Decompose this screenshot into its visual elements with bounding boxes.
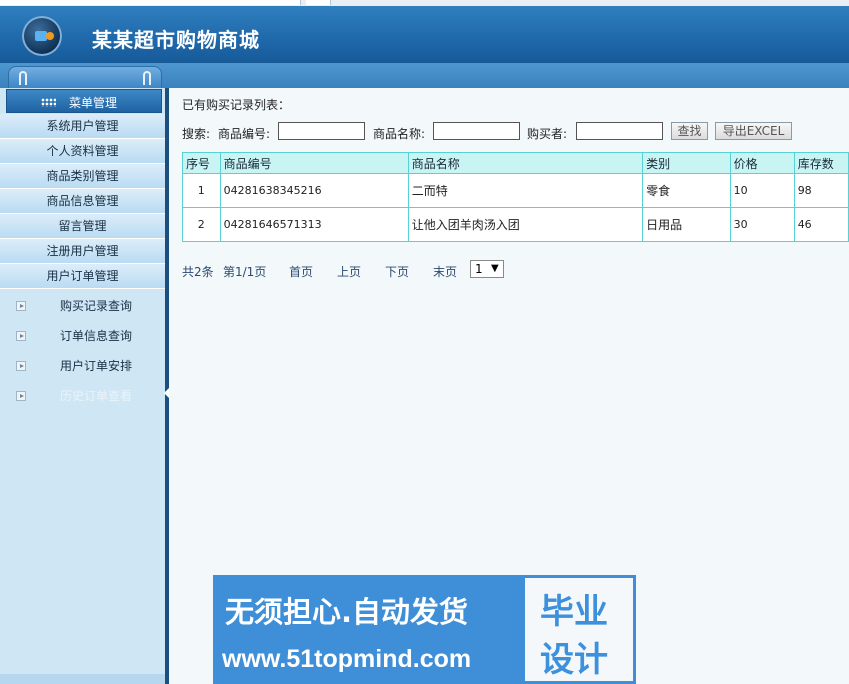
ad-badge-line2: 设计 [540,640,608,680]
sidebar-item-registered-users[interactable]: 注册用户管理 [0,239,165,264]
pager-prev-link[interactable]: 上页 [337,263,361,280]
site-header: 某某超市购物商城 [0,6,849,63]
cell-category: 日用品 [642,207,731,242]
ad-url: www.51topmind.com [222,645,472,673]
cell-index: 2 [182,207,221,242]
pager-first-link[interactable]: 首页 [289,263,313,280]
arrow-right-icon [16,331,26,341]
dropdown-arrow-icon: ▼ [491,263,499,274]
list-title: 已有购买记录列表： [182,98,291,112]
submenu-item-order-arrange[interactable]: 用户订单安排 [0,351,165,381]
sidebar-item-product-info[interactable]: 商品信息管理 [0,189,165,214]
cell-category: 零食 [642,173,731,208]
cell-index: 1 [182,173,221,208]
cell-price: 30 [729,207,795,242]
submenu-item-purchase-records[interactable]: 购买记录查询 [0,291,165,321]
col-header-stock: 库存数 [793,152,849,174]
sidebar-menu: 系统用户管理 个人资料管理 商品类别管理 商品信息管理 留言管理 注册用户管理 … [0,114,165,289]
sidebar: 菜单管理 系统用户管理 个人资料管理 商品类别管理 商品信息管理 留言管理 注册… [0,66,165,684]
product-name-label: 商品名称: [373,127,426,141]
cell-name: 让他入团羊肉汤入团 [407,207,644,242]
pager-next-link[interactable]: 下页 [385,263,409,280]
product-name-input[interactable] [433,122,520,140]
col-header-category: 类别 [642,152,731,174]
sidebar-submenu: 购买记录查询 订单信息查询 用户订单安排 历史订单查看 [0,291,165,411]
cell-price: 10 [729,173,795,208]
binder-ring-icon [19,71,27,85]
arrow-right-icon [16,361,26,371]
table-row: 2 04281646571313 让他入团羊肉汤入团 日用品 30 46 [182,207,849,242]
ad-badge-line1: 毕业 [540,592,608,632]
ad-badge: 毕业 设计 [525,578,633,681]
site-logo [22,16,62,56]
sidebar-cap [8,66,162,88]
sidebar-footer [0,674,165,684]
pager-page-info: 第1/1页 [223,265,267,279]
sidebar-item-category[interactable]: 商品类别管理 [0,164,165,189]
site-title: 某某超市购物商城 [92,28,260,52]
submenu-item-history-orders[interactable]: 历史订单查看 [0,381,165,411]
export-excel-button[interactable]: 导出EXCEL [715,122,792,140]
pager-total: 共2条 [182,265,214,279]
arrow-right-icon [16,301,26,311]
sidebar-item-messages[interactable]: 留言管理 [0,214,165,239]
cell-stock: 98 [793,173,849,208]
arrow-right-icon [16,391,26,401]
grid-menu-icon [41,98,56,107]
sidebar-item-user-orders[interactable]: 用户订单管理 [0,264,165,289]
sidebar-item-system-users[interactable]: 系统用户管理 [0,114,165,139]
col-header-price: 价格 [729,152,795,174]
sidebar-item-profile[interactable]: 个人资料管理 [0,139,165,164]
cell-code: 04281646571313 [219,207,409,242]
product-code-input[interactable] [278,122,365,140]
cell-stock: 46 [793,207,849,242]
browser-tab-small[interactable] [306,0,331,5]
page-select[interactable]: 1 ▼ [470,260,504,278]
pager-last-link[interactable]: 末页 [433,263,457,280]
col-header-code: 商品编号 [219,152,409,174]
purchase-records-table: 序号 商品编号 商品名称 类别 价格 库存数 1 04281638345216 … [182,152,849,242]
col-header-name: 商品名称 [407,152,644,174]
buyer-label: 购买者: [527,127,568,141]
search-label: 搜索: [182,127,211,141]
ad-banner[interactable]: 无须担心.自动发货 www.51topmind.com 毕业 设计 [213,575,636,684]
submenu-item-order-info[interactable]: 订单信息查询 [0,321,165,351]
binder-ring-icon [143,71,151,85]
browser-tab[interactable] [0,0,301,5]
buyer-input[interactable] [576,122,663,140]
ad-slogan: 无须担心.自动发货 [225,595,469,629]
cell-code: 04281638345216 [219,173,409,208]
table-header-row: 序号 商品编号 商品名称 类别 价格 库存数 [182,152,849,174]
product-code-label: 商品编号: [218,127,271,141]
sidebar-heading-label: 菜单管理 [69,96,118,110]
search-button[interactable]: 查找 [671,122,708,140]
sidebar-heading: 菜单管理 [6,89,162,113]
page-select-value: 1 [475,262,483,276]
cell-name: 二而特 [407,173,644,208]
table-row: 1 04281638345216 二而特 零食 10 98 [182,173,849,208]
col-header-index: 序号 [182,152,221,174]
